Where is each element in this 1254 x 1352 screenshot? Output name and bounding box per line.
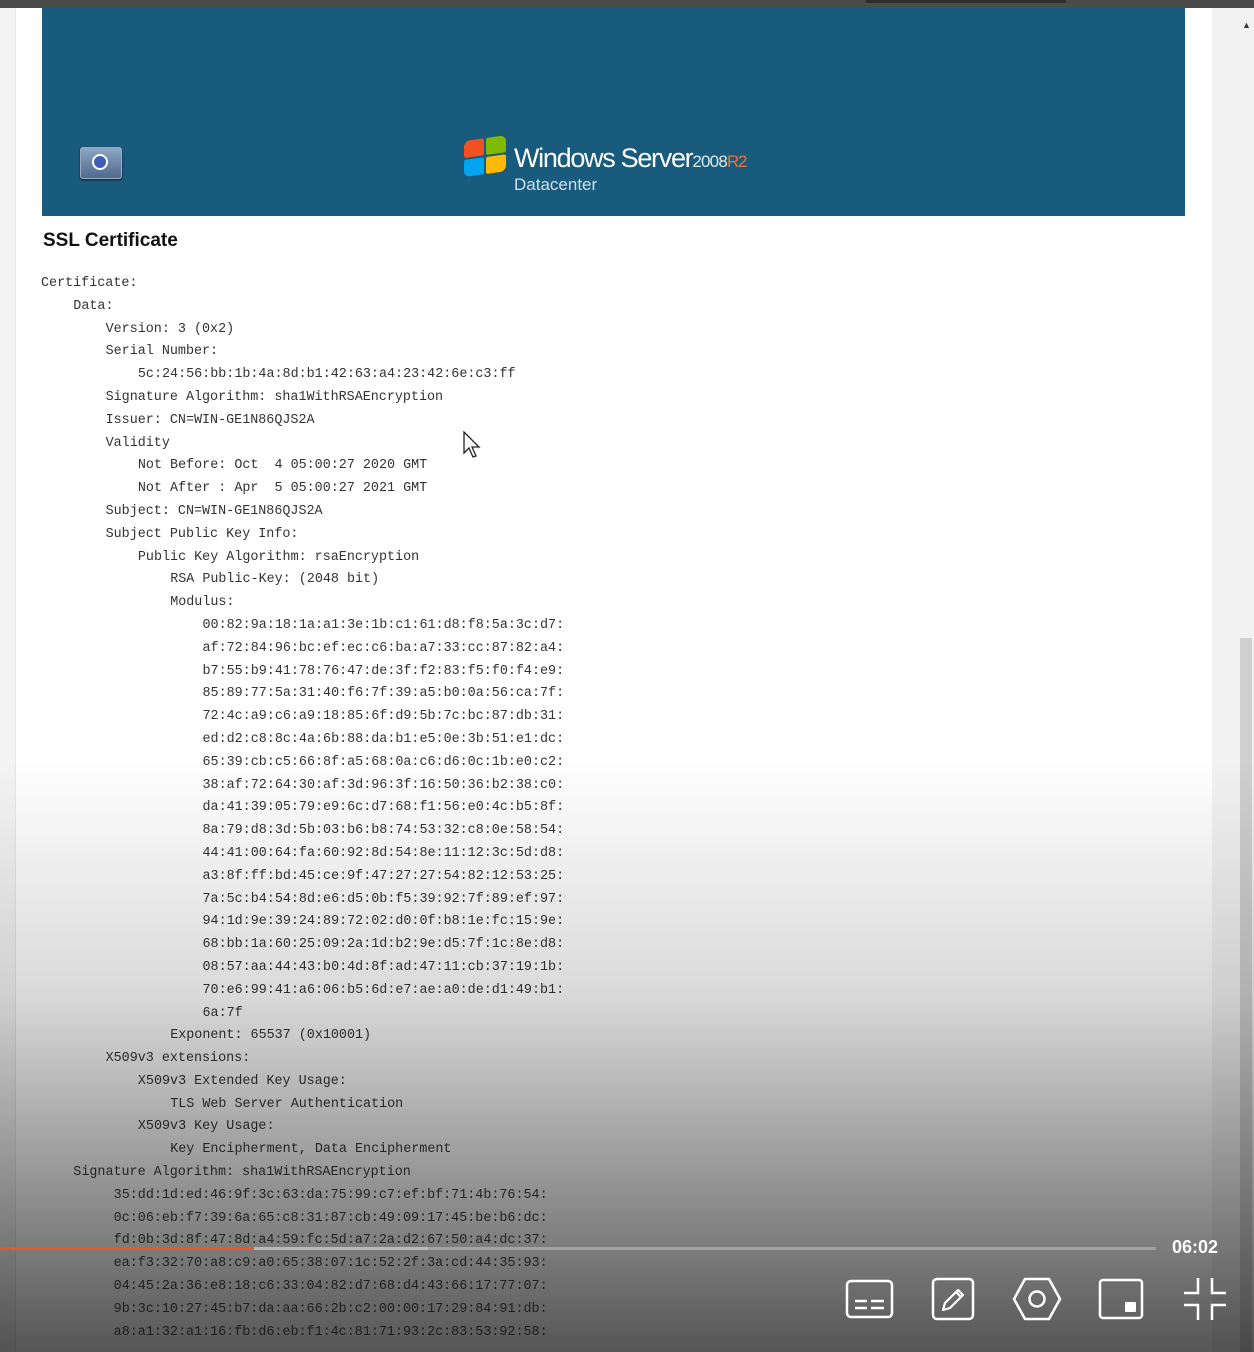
certificate-line: Modulus: [170,595,235,611]
certificate-line: 44:41:00:64:fa:60:92:8d:54:8e:11:12:3c:5… [202,845,565,861]
certificate-line: 38:af:72:64:30:af:3d:96:3f:16:50:36:b2:3… [202,777,565,793]
settings-button[interactable] [1012,1274,1062,1324]
certificate-line: Not Before: Oct 4 05:00:27 2020 GMT [137,458,428,474]
page-title: SSL Certificate [43,230,178,251]
scroll-up-arrow-icon[interactable]: ▲ [1242,20,1251,30]
certificate-line: Validity [105,435,170,451]
certificate-line: Public Key Algorithm: rsaEncryption [137,549,420,565]
certificate-line: 08:57:aa:44:43:b0:4d:8f:ad:47:11:cb:37:1… [202,959,565,975]
certificate-line: Subject Public Key Info: [105,526,299,542]
certificate-line: X509v3 extensions: [105,1051,251,1067]
edit-icon [931,1277,975,1321]
certificate-line: b7:55:b9:41:78:76:47:de:3f:f2:83:f5:f0:f… [202,663,565,679]
certificate-line: Version: 3 (0x2) [105,321,235,337]
exit-fullscreen-button[interactable] [1180,1274,1230,1324]
certificate-line: 85:89:77:5a:31:40:f6:7f:39:a5:b0:0a:56:c… [202,686,565,702]
scrollbar[interactable]: ▲ [1212,8,1254,1352]
server-manager-icon [80,147,122,179]
settings-icon [1012,1277,1062,1321]
certificate-line: 7a:5c:b4:54:8d:e6:d5:0b:f5:39:92:7f:89:e… [202,891,565,907]
video-progress-bar[interactable] [0,1247,1156,1250]
certificate-line: 65:39:cb:c5:66:8f:a5:68:0a:c6:d6:0c:1b:e… [202,754,565,770]
mouse-cursor-icon [463,431,481,458]
certificate-line: TLS Web Server Authentication [170,1096,404,1112]
certificate-line: ea:f3:32:70:a8:c9:a0:65:38:07:1c:52:2f:3… [113,1256,548,1272]
subtitles-icon [845,1279,894,1319]
certificate-line: 68:bb:1a:60:25:09:2a:1d:b2:9e:d5:7f:1c:8… [202,937,565,953]
certificate-line: af:72:84:96:bc:ef:ec:c6:ba:a7:33:cc:87:8… [202,640,565,656]
certificate-line: a3:8f:ff:bd:45:ce:9f:47:27:27:54:82:12:5… [202,868,565,884]
certificate-line: Issuer: CN=WIN-GE1N86QJS2A [105,412,315,428]
window-top-bar [0,0,1254,8]
certificate-line: 70:e6:99:41:a6:06:b5:6d:e7:ae:a0:de:d1:4… [202,982,565,998]
subtitles-button[interactable] [845,1274,895,1324]
certificate-line: 35:dd:1d:ed:46:9f:3c:63:da:75:99:c7:ef:b… [113,1187,548,1203]
certificate-line: Not After : Apr 5 05:00:27 2021 GMT [137,481,428,497]
certificate-line: Signature Algorithm: sha1WithRSAEncrypti… [73,1165,411,1181]
left-margin [0,8,16,1352]
tab-strip [866,0,1066,3]
certificate-line: 0c:06:eb:f7:39:6a:65:c8:31:87:cb:49:09:1… [113,1210,548,1226]
played-bar [0,1247,255,1250]
certificate-line: Serial Number: [105,344,219,360]
certificate-line: Exponent: 65537 (0x10001) [170,1028,372,1044]
exit-fullscreen-icon [1184,1278,1226,1320]
certificate-text: Certificate: Data: Version: 3 (0x2) Serial … [41,273,564,1344]
certificate-line: a8:a1:32:a1:16:fb:d6:eb:f1:4c:81:71:93:2… [113,1324,548,1340]
certificate-line: 6a:7f [202,1005,243,1021]
scrollbar-thumb[interactable] [1240,638,1252,1352]
certificate-line: 72:4c:a9:c6:a9:18:85:6f:d9:5b:7c:bc:87:d… [202,709,565,725]
certificate-line: RSA Public-Key: (2048 bit) [170,572,380,588]
header-banner: Windows Server2008R2 Datacenter [42,8,1185,216]
certificate-line: Subject: CN=WIN-GE1N86QJS2A [105,503,323,519]
certificate-line: 00:82:9a:18:1a:a1:3e:1b:c1:61:d8:f8:5a:3… [202,617,565,633]
windows-flag-icon [464,135,508,179]
certificate-line: ed:d2:c8:8c:4a:6b:88:da:b1:e5:0e:3b:51:e… [202,731,565,747]
edit-button[interactable] [928,1274,978,1324]
miniplayer-button[interactable] [1096,1274,1146,1324]
certificate-line: da:41:39:05:79:e9:6c:d7:68:f1:56:e0:4c:b… [202,800,565,816]
certificate-line: Key Encipherment, Data Encipherment [170,1142,452,1158]
certificate-line: 5c:24:56:bb:1b:4a:8d:b1:42:63:a4:23:42:6… [137,367,516,383]
certificate-line: X509v3 Key Usage: [137,1119,275,1135]
certificate-line: 8a:79:d8:3d:5b:03:b6:b8:74:53:32:c8:0e:5… [202,823,565,839]
miniplayer-icon [1098,1278,1144,1320]
certificate-line: Certificate: [41,276,138,291]
certificate-line: Data: [73,298,114,314]
windows-server-logo: Windows Server2008R2 Datacenter [464,134,784,198]
certificate-line: X509v3 Extended Key Usage: [137,1073,347,1089]
certificate-line: 04:45:2a:36:e8:18:c6:33:04:82:d7:68:d4:4… [113,1279,548,1295]
logo-product-name: Windows Server2008R2 [514,143,747,173]
certificate-line: 9b:3c:10:27:45:b7:da:aa:66:2b:c2:00:00:1… [113,1301,548,1317]
certificate-line: 94:1d:9e:39:24:89:72:02:d0:0f:b8:1e:fc:1… [202,914,565,930]
certificate-line: Signature Algorithm: sha1WithRSAEncrypti… [105,389,444,405]
current-time: 06:02 [1172,1237,1219,1257]
logo-edition: Datacenter [514,175,598,194]
